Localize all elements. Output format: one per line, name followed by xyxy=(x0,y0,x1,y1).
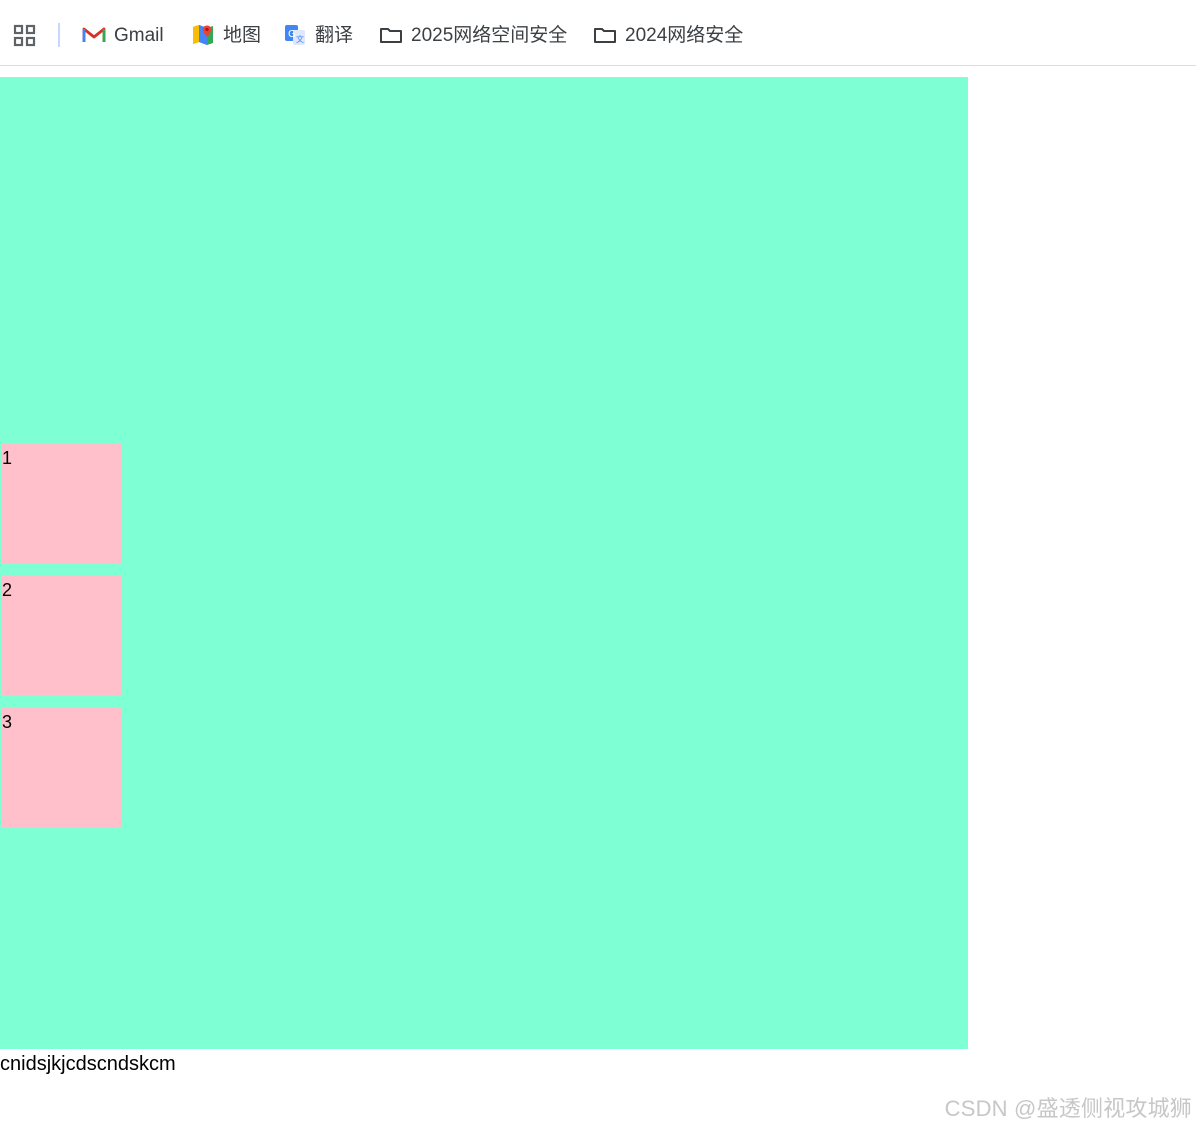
bookmark-label: 翻译 xyxy=(315,24,354,46)
maps-icon xyxy=(193,25,213,45)
bookmark-label: 地图 xyxy=(223,24,262,46)
svg-text:G: G xyxy=(288,29,296,40)
translate-icon: G 文 xyxy=(285,25,305,45)
gmail-icon xyxy=(82,27,106,42)
box-number: 2 xyxy=(2,580,13,600)
pink-box-2: 2 xyxy=(2,575,122,695)
bookmark-label: 2025网络空间安全 xyxy=(411,24,568,46)
bookmark-folder-2025[interactable]: 2025网络空间安全 xyxy=(379,18,567,52)
bookmarks-bar: Gmail 地图 G 文 翻译 2025网络空间安全 2024网络安全 xyxy=(0,0,1196,66)
bookmark-gmail[interactable]: Gmail xyxy=(82,18,164,52)
bookmarks-divider xyxy=(58,23,60,47)
folder-icon xyxy=(594,28,616,43)
folder-icon xyxy=(380,28,402,43)
box-number: 3 xyxy=(2,712,13,732)
apps-grid-button[interactable] xyxy=(12,23,38,49)
csdn-watermark: CSDN @盛透侧视攻城狮 xyxy=(944,1096,1192,1121)
pink-box-3: 3 xyxy=(2,707,122,827)
bookmark-maps[interactable]: 地图 xyxy=(191,18,261,52)
bookmark-label: 2024网络安全 xyxy=(625,24,744,46)
apps-grid-icon xyxy=(13,24,36,47)
footer-text: cnidsjkjcdscndskcm xyxy=(0,1053,176,1075)
bookmark-label: Gmail xyxy=(114,24,164,46)
aquamarine-content-area: 1 2 3 xyxy=(0,77,968,1049)
bookmark-translate[interactable]: G 文 翻译 xyxy=(283,18,353,52)
svg-text:文: 文 xyxy=(296,34,304,44)
box-number: 1 xyxy=(2,448,13,468)
bookmark-folder-2024[interactable]: 2024网络安全 xyxy=(593,18,743,52)
pink-box-1: 1 xyxy=(2,443,122,563)
